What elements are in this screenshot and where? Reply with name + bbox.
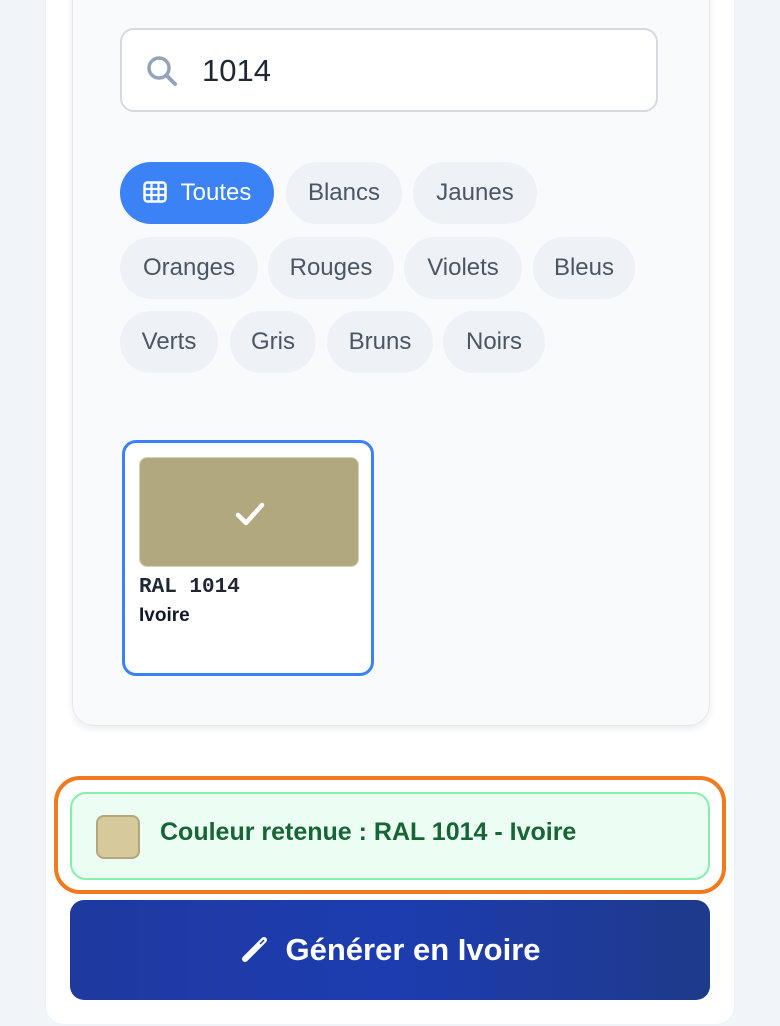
filter-chip-label: Blancs [307, 179, 381, 206]
search-input[interactable] [202, 48, 632, 94]
checkmark-icon [230, 494, 270, 534]
filter-chip-label: Rouges [289, 254, 373, 281]
filter-chip-violets[interactable]: Violets [404, 237, 522, 299]
search-icon [144, 53, 180, 89]
filter-chip-oranges[interactable]: Oranges [120, 237, 258, 299]
filter-chip-label: Gris [251, 328, 295, 355]
filter-chip-bruns[interactable]: Bruns [327, 311, 433, 373]
filter-chip-label: Toutes [180, 179, 252, 206]
swatch-name: Ivoire [139, 605, 190, 626]
filter-chip-noirs[interactable]: Noirs [443, 311, 545, 373]
swatch-code: RAL 1014 [139, 576, 240, 599]
filter-chip-gris[interactable]: Gris [230, 311, 316, 373]
filter-chip-label: Bleus [553, 254, 615, 281]
filter-chip-toutes[interactable]: Toutes [120, 162, 274, 224]
filter-chip-jaunes[interactable]: Jaunes [413, 162, 537, 224]
pencil-icon [239, 905, 271, 1005]
filter-chip-label: Violets [427, 254, 499, 281]
filter-chip-label: Bruns [348, 328, 412, 355]
filter-chip-bleus[interactable]: Bleus [533, 237, 635, 299]
filter-chip-blancs[interactable]: Blancs [286, 162, 402, 224]
filter-chip-label: Oranges [142, 254, 236, 281]
selected-color-swatch [96, 815, 140, 859]
search-box[interactable] [120, 28, 658, 112]
selected-color-text: Couleur retenue : RAL 1014 - Ivoire [160, 818, 577, 846]
grid-icon [142, 165, 167, 227]
color-swatch-card[interactable]: RAL 1014 Ivoire [122, 440, 374, 676]
generate-button-label: Générer en Ivoire [285, 932, 541, 967]
swatch-preview [139, 457, 359, 567]
filter-chip-rouges[interactable]: Rouges [268, 237, 394, 299]
filter-chip-verts[interactable]: Verts [120, 311, 218, 373]
filter-chip-label: Jaunes [436, 179, 514, 206]
filter-chip-label: Verts [141, 328, 197, 355]
selected-color-banner: Couleur retenue : RAL 1014 - Ivoire [70, 792, 710, 880]
filter-chip-label: Noirs [465, 328, 522, 355]
generate-button[interactable]: Générer en Ivoire [70, 900, 710, 1000]
